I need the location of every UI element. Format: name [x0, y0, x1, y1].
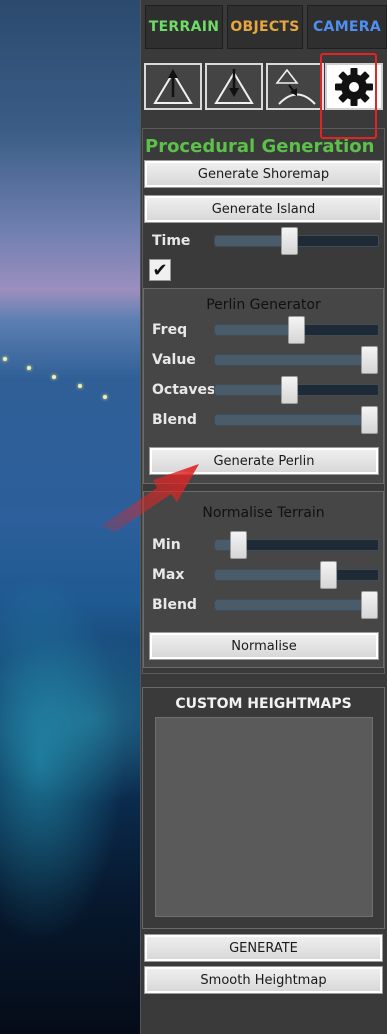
octaves-label: Octaves: [152, 382, 216, 398]
min-label: Min: [152, 537, 181, 553]
smooth-terrain-tool[interactable]: [266, 63, 324, 110]
max-slider-handle[interactable]: [320, 561, 338, 589]
normalise-blend-slider[interactable]: [214, 591, 379, 619]
tab-objects[interactable]: OBJECTS: [227, 5, 303, 49]
time-slider[interactable]: [214, 227, 379, 255]
perlin-blend-slider-handle[interactable]: [361, 406, 378, 434]
raise-terrain-tool[interactable]: [144, 63, 202, 110]
settings-highlight-box: [320, 53, 377, 139]
generate-button[interactable]: GENERATE: [144, 934, 383, 962]
time-slider-handle[interactable]: [280, 227, 298, 255]
smooth-terrain-icon: [275, 68, 316, 105]
lower-terrain-icon: [214, 68, 254, 104]
time-label: Time: [152, 233, 191, 249]
perlin-generator-title: Perlin Generator: [206, 297, 321, 313]
freq-slider[interactable]: [214, 316, 379, 344]
generate-island-button[interactable]: Generate Island: [144, 195, 383, 223]
octaves-slider[interactable]: [214, 376, 379, 404]
generate-shoremap-button[interactable]: Generate Shoremap: [144, 160, 383, 188]
max-label: Max: [152, 567, 185, 583]
normalise-blend-slider-handle[interactable]: [361, 591, 378, 619]
freq-label: Freq: [152, 322, 188, 338]
annotation-arrow-icon: [101, 464, 199, 532]
value-label: Value: [152, 352, 196, 368]
octaves-slider-handle[interactable]: [280, 376, 298, 404]
blend-label: Blend: [152, 412, 197, 428]
tab-terrain[interactable]: TERRAIN: [145, 5, 223, 49]
time-checkbox[interactable]: ✔: [149, 259, 171, 281]
normalise-blend-label: Blend: [152, 597, 197, 613]
freq-slider-handle[interactable]: [288, 316, 305, 344]
max-slider[interactable]: [214, 561, 379, 589]
value-slider[interactable]: [214, 346, 379, 374]
lower-terrain-tool[interactable]: [205, 63, 263, 110]
value-slider-handle[interactable]: [361, 346, 378, 374]
raise-terrain-icon: [153, 68, 193, 104]
smooth-heightmap-button[interactable]: Smooth Heightmap: [144, 966, 383, 994]
checkmark-icon: ✔: [152, 259, 168, 281]
tab-camera[interactable]: CAMERA: [307, 5, 387, 49]
heightmap-list[interactable]: [155, 717, 373, 917]
procedural-generation-heading: Procedural Generation: [145, 136, 375, 157]
normalise-button[interactable]: Normalise: [149, 632, 379, 660]
min-slider-handle[interactable]: [229, 531, 247, 559]
min-slider[interactable]: [214, 531, 379, 559]
perlin-blend-slider[interactable]: [214, 406, 379, 434]
custom-heightmaps-title: CUSTOM HEIGHTMAPS: [175, 696, 352, 712]
